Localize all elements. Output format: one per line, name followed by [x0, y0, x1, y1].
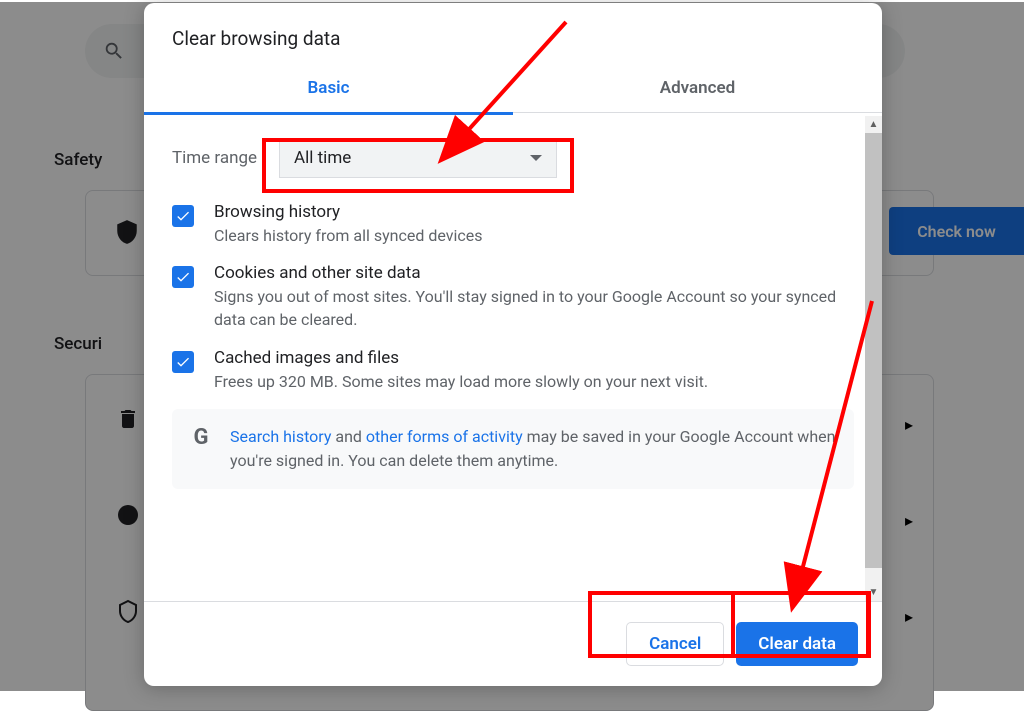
scroll-up-icon[interactable]: ▲	[865, 116, 882, 133]
google-account-notice: G Search history and other forms of acti…	[172, 409, 854, 489]
time-range-label: Time range	[172, 148, 257, 168]
option-desc: Clears history from all synced devices	[214, 224, 483, 247]
annotation-box-buttons	[588, 591, 870, 658]
shield-icon	[114, 219, 140, 249]
dialog-tabs: Basic Advanced	[144, 64, 882, 113]
option-cache: Cached images and files Frees up 320 MB.…	[172, 348, 854, 393]
check-icon	[175, 354, 191, 370]
chevron-right-icon: ▸	[905, 511, 913, 530]
dialog-title: Clear browsing data	[144, 3, 882, 64]
annotation-box-timerange	[262, 138, 574, 193]
google-icon: G	[188, 425, 214, 451]
option-cookies: Cookies and other site data Signs you ou…	[172, 263, 854, 331]
option-browsing-history: Browsing history Clears history from all…	[172, 202, 854, 247]
chevron-right-icon: ▸	[905, 607, 913, 626]
option-desc: Signs you out of most sites. You'll stay…	[214, 285, 854, 331]
option-desc: Frees up 320 MB. Some sites may load mor…	[214, 370, 708, 393]
option-title: Cached images and files	[214, 348, 708, 368]
tab-underline	[144, 112, 513, 115]
tab-advanced[interactable]: Advanced	[513, 64, 882, 112]
option-title: Cookies and other site data	[214, 263, 854, 283]
trash-icon	[116, 407, 140, 435]
check-icon	[175, 208, 191, 224]
search-history-link[interactable]: Search history	[230, 427, 331, 446]
notice-text: Search history and other forms of activi…	[230, 425, 838, 473]
safety-heading: Safety	[54, 150, 102, 170]
option-title: Browsing history	[214, 202, 483, 222]
check-icon	[175, 269, 191, 285]
dialog-scrollbar[interactable]: ▲ ▼	[865, 116, 882, 601]
search-icon	[103, 40, 125, 62]
check-now-button: Check now	[889, 207, 1024, 255]
checkbox-browsing-history[interactable]	[172, 205, 194, 227]
other-activity-link[interactable]: other forms of activity	[366, 427, 523, 446]
chevron-right-icon: ▸	[905, 415, 913, 434]
cookie-icon	[116, 503, 140, 531]
checkbox-cookies[interactable]	[172, 266, 194, 288]
tab-basic[interactable]: Basic	[144, 64, 513, 112]
clear-browsing-data-dialog: Clear browsing data Basic Advanced Time …	[144, 3, 882, 686]
checkbox-cache[interactable]	[172, 351, 194, 373]
security-shield-icon	[116, 599, 140, 627]
security-heading: Securi	[54, 334, 102, 354]
scrollbar-thumb[interactable]	[865, 133, 882, 568]
